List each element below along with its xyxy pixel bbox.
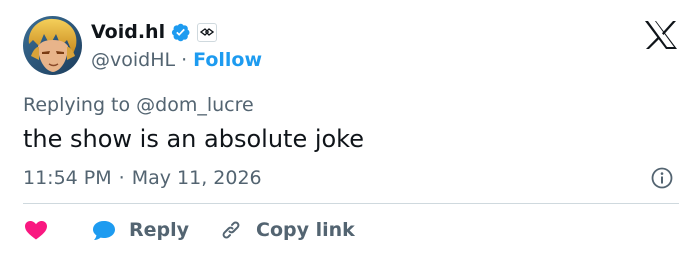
- author-display-name[interactable]: Void.hl: [91, 20, 165, 44]
- reply-label: Reply: [129, 219, 190, 241]
- timestamp-separator: ·: [118, 167, 125, 189]
- info-icon[interactable]: [650, 166, 674, 190]
- separator-dot: ·: [181, 49, 188, 71]
- divider: [23, 203, 679, 204]
- replying-to-handle[interactable]: @dom_lucre: [136, 94, 254, 116]
- replying-to-line: Replying to @dom_lucre: [23, 93, 254, 117]
- tweet-date: May 11, 2026: [131, 167, 262, 189]
- like-button[interactable]: [23, 218, 49, 242]
- affiliate-badge-icon[interactable]: [197, 22, 218, 42]
- replying-to-prefix: Replying to: [23, 94, 131, 116]
- author-handle[interactable]: @voidHL: [91, 48, 175, 72]
- copy-link-button[interactable]: Copy link: [219, 218, 355, 242]
- avatar-image: [23, 16, 82, 75]
- verified-badge-icon: [170, 22, 191, 43]
- speech-bubble-icon: [91, 218, 117, 242]
- tweet-time: 11:54 PM: [23, 167, 112, 189]
- heart-icon: [23, 218, 49, 242]
- x-logo-icon[interactable]: [644, 20, 678, 50]
- follow-button[interactable]: Follow: [193, 48, 262, 72]
- copy-link-label: Copy link: [256, 219, 355, 241]
- tweet-timestamp[interactable]: 11:54 PM · May 11, 2026: [23, 166, 262, 190]
- avatar[interactable]: [23, 16, 82, 75]
- tweet-text: the show is an absolute joke: [23, 125, 364, 153]
- link-icon: [219, 218, 243, 242]
- action-bar: Reply Copy link: [23, 216, 385, 244]
- author-handle-row: @voidHL · Follow: [91, 48, 262, 72]
- author-name-row: Void.hl: [91, 20, 218, 44]
- reply-button[interactable]: Reply: [91, 218, 189, 242]
